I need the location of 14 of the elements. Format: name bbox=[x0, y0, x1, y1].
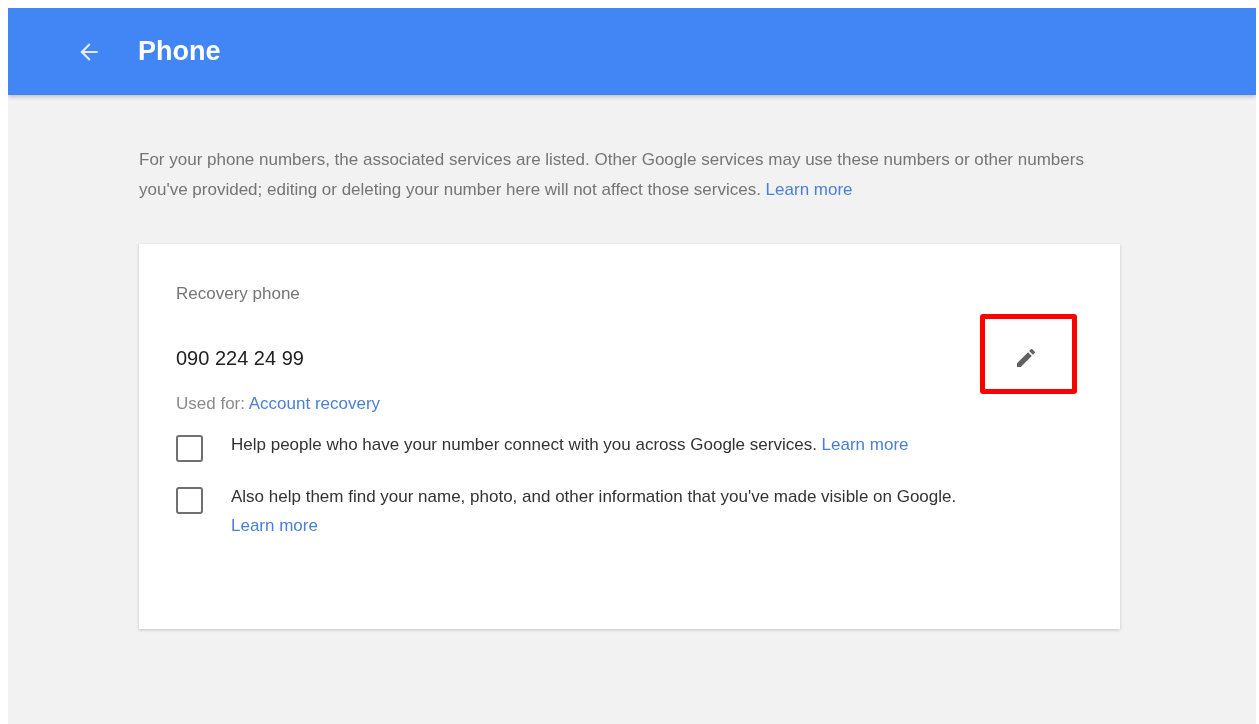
pencil-icon bbox=[1014, 346, 1038, 370]
phone-number: 090 224 24 99 bbox=[176, 346, 304, 370]
account-recovery-link[interactable]: Account recovery bbox=[248, 394, 381, 413]
page-title: Phone bbox=[138, 36, 221, 67]
intro-paragraph: For your phone numbers, the associated services are listed. Other Google services may use these numbers or other numbers you've provided; editing or deleting your number here will not affect those services. Learn more bbox=[139, 149, 1085, 201]
learn-more-link[interactable]: Learn more bbox=[765, 179, 853, 199]
learn-more-link[interactable]: Learn more bbox=[821, 435, 909, 454]
section-label: Recovery phone bbox=[176, 284, 301, 304]
option-text: Also help them find your name, photo, and other information that you've made visible on Google. Learn more bbox=[231, 486, 958, 537]
option-text: Help people who have your number connect with you across Google services. Learn more bbox=[231, 434, 910, 456]
used-for-text: Used for: Account recovery bbox=[176, 394, 382, 414]
checkbox[interactable] bbox=[176, 435, 203, 462]
checkbox[interactable] bbox=[176, 487, 203, 514]
learn-more-link[interactable]: Learn more bbox=[231, 516, 318, 535]
